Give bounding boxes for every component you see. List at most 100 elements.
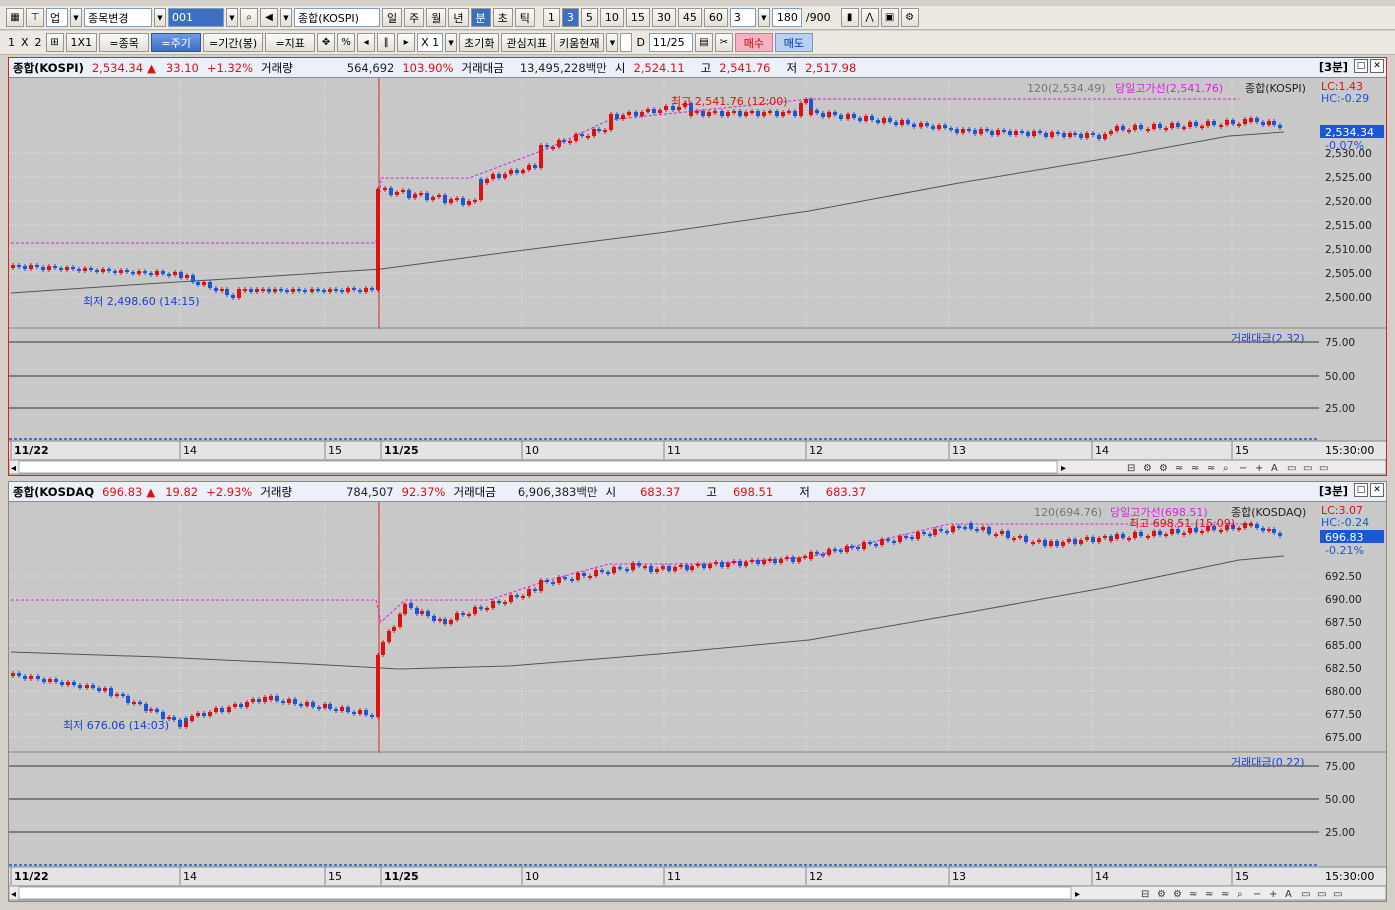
interval-10-button[interactable]: 10	[599, 8, 624, 27]
stock-change-dropdown-icon[interactable]: ▼	[154, 8, 166, 27]
candle	[83, 268, 87, 271]
kospi-low: 2,517.98	[805, 60, 857, 75]
save-icon[interactable]: ▣	[880, 8, 899, 27]
calendar-icon[interactable]: ▤	[694, 33, 713, 52]
stock-change-select[interactable]: 종목변경	[84, 8, 152, 27]
scroll-left-icon: ◂	[11, 889, 16, 900]
next-icon[interactable]: ▸	[397, 33, 416, 52]
kospi-maximize-icon[interactable]: □	[1354, 59, 1368, 73]
zoom-dropdown-icon[interactable]: ▼	[445, 33, 458, 52]
move-icon[interactable]: ✥	[317, 33, 336, 52]
kosdaq-chart[interactable]: 692.50 690.00 687.50 685.00 682.50 680.00 677.…	[9, 502, 1386, 902]
candle	[695, 111, 699, 113]
interval-15-button[interactable]: 15	[625, 8, 650, 27]
market-dropdown-icon[interactable]: ▼	[70, 8, 82, 27]
interval-30-button[interactable]: 30	[651, 8, 676, 27]
interval-60-button[interactable]: 60	[703, 8, 728, 27]
period-button[interactable]: =주기	[151, 33, 202, 52]
layout-icon[interactable]: ▦	[6, 8, 24, 27]
prev-icon[interactable]: ◂	[357, 33, 376, 52]
candle	[664, 106, 668, 110]
sell-button[interactable]: 매도	[774, 33, 813, 52]
interval-45-button[interactable]: 45	[677, 8, 702, 27]
candle	[1050, 132, 1054, 137]
kosdaq-amt: 6,906,383백만	[517, 484, 598, 499]
search-icon[interactable]: ⌕	[240, 8, 258, 27]
gear-icon[interactable]: ⚙	[900, 8, 919, 27]
kiwoom-current-button[interactable]: 키움현재	[553, 33, 605, 52]
line-type-icon[interactable]: ⋀	[860, 8, 879, 27]
x-tick-label: 12	[809, 870, 823, 883]
y-tick-label: 2,515.00	[1325, 220, 1372, 232]
day-high-label: 당일고가선(698.51)	[1110, 505, 1208, 519]
candle	[713, 111, 717, 113]
range-button[interactable]: =기간(봉)	[203, 33, 264, 52]
code-input[interactable]: 001	[168, 8, 224, 27]
reset-button[interactable]: 초기화	[459, 33, 500, 52]
candle	[65, 267, 69, 270]
candle	[858, 118, 862, 121]
candle	[443, 619, 447, 624]
watch-indicator-button[interactable]: 관심지표	[501, 33, 552, 52]
candle	[744, 112, 748, 116]
x-tick-label: 14	[183, 870, 197, 883]
scroll-tool-icon: ▭	[1333, 889, 1342, 900]
speaker-dropdown-icon[interactable]: ▼	[280, 8, 292, 27]
candle	[17, 265, 21, 267]
speaker-icon[interactable]: ◀	[260, 8, 278, 27]
candle	[615, 114, 619, 119]
period-day-button[interactable]: 일	[382, 8, 403, 27]
candle	[340, 707, 344, 711]
scroll-tool-icon: ≈	[1189, 889, 1197, 900]
scissors-icon[interactable]: ✂	[714, 33, 733, 52]
candle	[376, 655, 380, 717]
layout-1x1-button[interactable]: 1X1	[65, 33, 98, 52]
period-year-button[interactable]: 년	[448, 8, 469, 27]
candle	[346, 707, 350, 712]
market-select[interactable]: 업	[46, 8, 68, 27]
pin-icon[interactable]: ⊤	[26, 8, 44, 27]
buy-button[interactable]: 매수	[734, 33, 773, 52]
code-dropdown-icon[interactable]: ▼	[226, 8, 238, 27]
candle	[756, 111, 760, 116]
kosdaq-close-icon[interactable]: ✕	[1370, 483, 1384, 497]
x-tick-label: 11	[667, 870, 681, 883]
kiwoom-dropdown-icon[interactable]: ▼	[606, 33, 619, 52]
candle	[358, 290, 362, 292]
interval-1-button[interactable]: 1	[542, 8, 560, 27]
interval-dropdown-icon[interactable]: ▼	[757, 8, 770, 27]
interval-3-button[interactable]: 3	[561, 8, 579, 27]
layout-cols[interactable]: 2	[33, 36, 44, 49]
interval-input[interactable]: 3	[729, 8, 756, 27]
candle	[1194, 122, 1198, 126]
period-second-button[interactable]: 초	[492, 8, 513, 27]
candle	[233, 704, 237, 707]
date-checkbox[interactable]	[620, 33, 633, 52]
items-button[interactable]: =종목	[99, 33, 150, 52]
interval-5-button[interactable]: 5	[580, 8, 598, 27]
kospi-chart[interactable]: 2,530.002,525.002,520.002,515.002,510.00…	[9, 78, 1386, 476]
candle	[249, 289, 253, 292]
zoom-select[interactable]: X 1	[417, 33, 444, 52]
pause-icon[interactable]: ‖	[377, 33, 396, 52]
date-input[interactable]: 11/25	[648, 33, 693, 52]
candle	[696, 564, 700, 566]
period-minute-button[interactable]: 분	[470, 8, 491, 27]
layout-rows[interactable]: 1	[6, 36, 17, 49]
period-week-button[interactable]: 주	[404, 8, 425, 27]
indicator-button[interactable]: =지표	[265, 33, 316, 52]
candle-type-icon[interactable]: ▮	[840, 8, 859, 27]
candle	[1018, 536, 1022, 538]
kosdaq-maximize-icon[interactable]: □	[1354, 483, 1368, 497]
period-tick-button[interactable]: 틱	[514, 8, 535, 27]
candle	[1261, 122, 1265, 125]
percent-icon[interactable]: %	[337, 33, 356, 52]
grid-icon[interactable]: ⊞	[45, 33, 64, 52]
candle	[364, 288, 368, 292]
count-input[interactable]: 180	[771, 8, 802, 27]
candle	[874, 544, 878, 546]
period-month-button[interactable]: 월	[426, 8, 447, 27]
candle	[1206, 121, 1210, 126]
kospi-close-icon[interactable]: ✕	[1370, 59, 1384, 73]
candle	[563, 577, 567, 579]
